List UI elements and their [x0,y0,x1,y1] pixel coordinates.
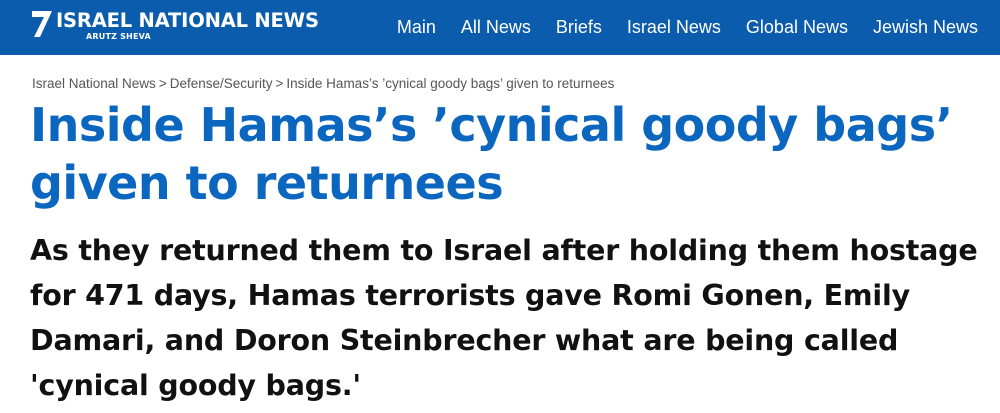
article-subtitle: As they returned them to Israel after ho… [30,234,978,402]
nav-item-israel-news[interactable]: Israel News [627,17,721,38]
site-logo[interactable]: ISRAEL NATIONAL NEWS ARUTZ SHEVA [30,7,319,47]
breadcrumb-item-home[interactable]: Israel National News [32,76,156,91]
breadcrumb-item-current[interactable]: Inside Hamas’s ’cynical goody bags’ give… [286,76,614,91]
logo-text: ISRAEL NATIONAL NEWS ARUTZ SHEVA [56,7,319,41]
nav-item-main[interactable]: Main [397,17,436,38]
nav-item-briefs[interactable]: Briefs [556,17,602,38]
main-nav: Main All News Briefs Israel News Global … [372,0,978,55]
top-navbar: ISRAEL NATIONAL NEWS ARUTZ SHEVA Main Al… [0,0,1000,55]
breadcrumb-separator: > [158,76,167,91]
nav-item-global-news[interactable]: Global News [746,17,848,38]
logo-subtitle: ARUTZ SHEVA [86,31,151,41]
seven-icon [32,11,52,37]
breadcrumb-item-section[interactable]: Defense/Security [170,76,273,91]
article-title: Inside Hamas’s ’cynical goody bags’ give… [30,98,953,210]
nav-item-jewish-news[interactable]: Jewish News [873,17,978,38]
breadcrumb-separator: > [275,76,284,91]
breadcrumb: Israel National News > Defense/Security > In… [32,76,614,91]
logo-title: ISRAEL NATIONAL NEWS [56,9,319,32]
nav-item-all-news[interactable]: All News [461,17,531,38]
